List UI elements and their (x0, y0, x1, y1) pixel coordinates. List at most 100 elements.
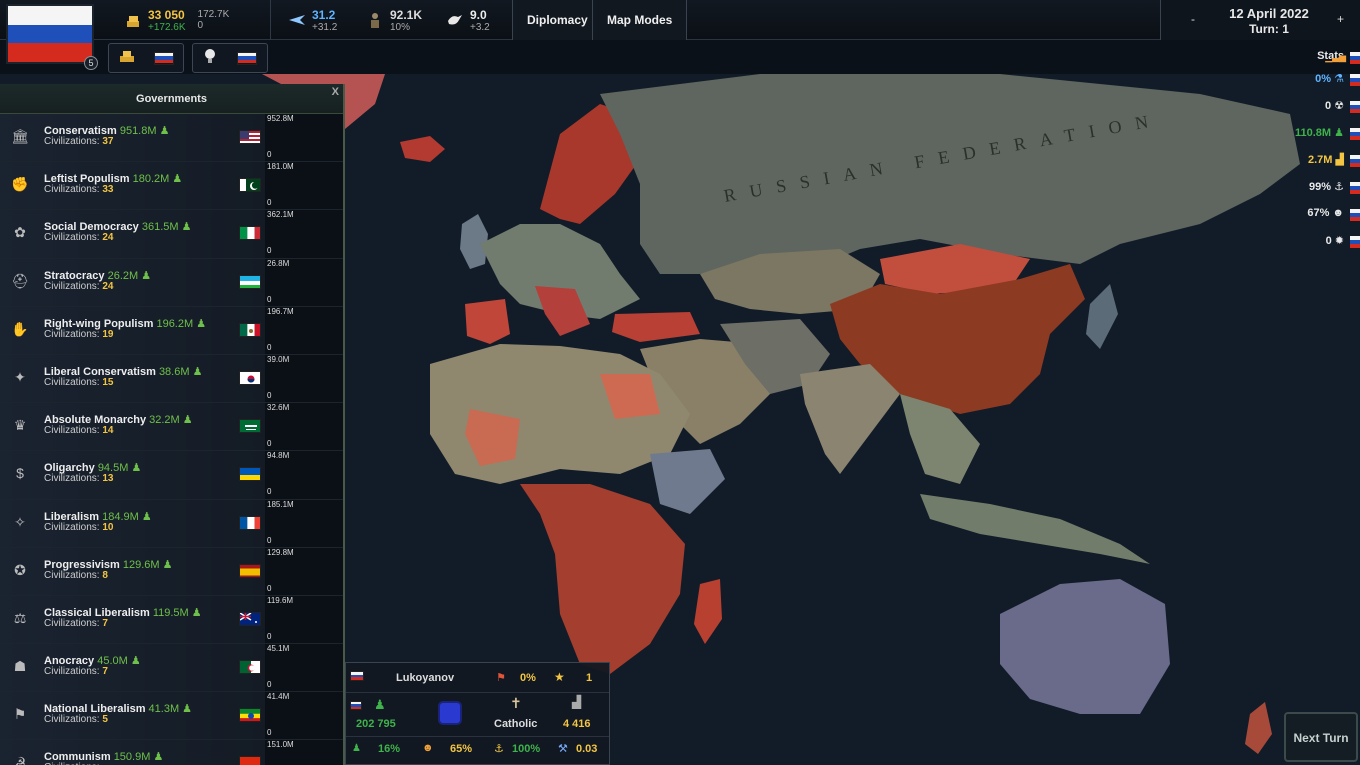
stars-value: 1 (586, 672, 593, 684)
stat-value: 0 (1324, 100, 1332, 112)
military-resource[interactable]: 92.1K 10% (366, 4, 422, 36)
bar-min-label: 0 (267, 487, 272, 497)
government-row[interactable]: ⛑ Stratocracy 26.2M ♟ Civilizations: 24 26.… (0, 258, 343, 307)
bar-max-label: 94.8M (267, 451, 290, 461)
stat-row[interactable]: 0 ✹ (1260, 234, 1360, 261)
civilizations-label: Civilizations: (44, 232, 103, 244)
bar-min-label: 0 (267, 680, 272, 690)
russia-flag-icon (237, 51, 257, 65)
diplomacy-button[interactable]: Diplomacy (512, 0, 603, 40)
government-row[interactable]: ✧ Liberalism 184.9M ♟ Civilizations: 10 185… (0, 499, 343, 548)
speed-down-button[interactable]: - (1191, 12, 1195, 26)
population-icon: ♟ (189, 365, 203, 378)
close-button[interactable]: X (332, 86, 339, 98)
government-row[interactable]: 🏛 Conservatism 951.8M ♟ Civilizations: 37 9… (0, 114, 343, 163)
government-population: 119.5M (152, 606, 189, 619)
stat-row[interactable]: 2.7M ▟ (1260, 153, 1360, 180)
bar-max-label: 181.0M (267, 162, 294, 172)
russia-flag-icon (1350, 155, 1360, 167)
player-flag[interactable] (6, 4, 94, 64)
peace-resource[interactable]: 9.0 +3.2 (446, 4, 490, 36)
peace-delta: +3.2 (470, 21, 490, 33)
stat-row[interactable]: 99% ⚓ (1260, 180, 1360, 207)
date-panel: - 12 April 2022 Turn: 1 + (1160, 0, 1360, 40)
civilizations-label: Civilizations: (44, 714, 103, 726)
tech-resource[interactable]: 31.2 +31.2 (288, 4, 337, 36)
bar-max-label: 32.6M (267, 403, 290, 413)
population-icon: ♟ (179, 414, 193, 427)
blue-color-swatch[interactable] (438, 701, 462, 725)
country-flag-icon (239, 756, 261, 765)
info-header: Lukoyanov ⚑ 0% ★ 1 (346, 663, 609, 693)
research-box[interactable] (192, 43, 268, 73)
bar-min-label: 0 (267, 246, 272, 256)
stat-row[interactable]: 0% ⚗ (1260, 72, 1360, 99)
row-background (0, 306, 265, 354)
civilizations-label: Civilizations: (44, 376, 103, 388)
flask-icon: ⚗ (1334, 73, 1344, 85)
government-row[interactable]: $ Oligarchy 94.5M ♟ Civilizations: 13 94.8M… (0, 451, 343, 500)
next-turn-button[interactable]: Next Turn (1284, 712, 1358, 762)
plane-icon (288, 11, 306, 29)
gold-bars-icon (118, 48, 136, 69)
gold-resource[interactable]: 33 050 +172.6K 172.7K 0 (124, 4, 229, 36)
helmet-icon: ⛑ (11, 272, 29, 289)
banner-icon: ⚑ (13, 706, 27, 723)
bar-max-label: 362.1M (267, 210, 294, 220)
government-row[interactable]: ✪ Progressivism 129.6M ♟ Civilizations: 81… (0, 547, 343, 596)
civilizations-count: Civilizations: 5 (44, 714, 108, 725)
stat-value: 2.7M (1308, 154, 1333, 166)
russia-flag-icon (1350, 209, 1360, 221)
turn-counter: Turn: 1 (1249, 22, 1289, 36)
civilizations-count: Civilizations: 13 (44, 473, 113, 484)
civilizations-label: Civilizations: (44, 280, 103, 292)
civilizations-count: Civilizations: 7 (44, 666, 108, 677)
stat-row[interactable]: 67% ☻ (1260, 207, 1360, 234)
civilizations-count: Civilizations: 33 (44, 184, 113, 195)
bar-max-label: 952.8M (267, 114, 294, 123)
stat-row[interactable]: 110.8M ♟ (1260, 126, 1360, 153)
trade-box[interactable] (108, 43, 184, 73)
government-row[interactable]: ✊ Leftist Populism 180.2M ♟ Civilizations:… (0, 162, 343, 211)
civilizations-count: Civilizations: 15 (44, 377, 113, 388)
anchor-icon: ⚓ (494, 743, 504, 755)
row-background (0, 595, 265, 644)
country-flag-icon (239, 226, 261, 241)
country-flag-icon (239, 563, 261, 578)
treasury-sub: 0 (197, 20, 204, 31)
government-population: 38.6M (158, 365, 190, 378)
rose-icon: ✿ (14, 224, 26, 241)
government-row[interactable]: ✋ Right-wing Populism 196.2M ♟ Civilizatio… (0, 306, 343, 355)
country-flag-icon (239, 274, 261, 289)
military-pct: 10% (390, 21, 411, 33)
stats-header[interactable]: Stats ▁▃▅ (1260, 50, 1360, 72)
bar-min-label: 0 (267, 728, 272, 738)
russia-flag-icon (1350, 74, 1360, 86)
civilizations-label: Civilizations: (44, 425, 103, 437)
wrench-icon: ⚒ (558, 743, 568, 755)
government-row[interactable]: ⚖ Classical Liberalism 119.5M ♟ Civilizati… (0, 595, 343, 645)
government-row[interactable]: ⚑ National Liberalism 41.3M ♟ Civilization… (0, 692, 343, 741)
map-modes-button[interactable]: Map Modes (592, 0, 688, 40)
stat-value: 0% (1315, 73, 1332, 85)
government-row[interactable]: ✦ Liberal Conservatism 38.6M ♟ Civilizatio… (0, 354, 343, 404)
population-value: 202 795 (356, 718, 396, 730)
nuclear-icon: ☢ (1334, 100, 1344, 112)
country-flag-icon (239, 370, 261, 385)
treasury-value: 172.7K (197, 9, 230, 20)
government-row[interactable]: ✿ Social Democracy 361.5M ♟ Civilizations:… (0, 210, 343, 259)
happiness-value: 65% (450, 743, 473, 755)
bar-min-label: 0 (267, 342, 272, 352)
civilizations-label: Civilizations: (44, 617, 103, 629)
government-row[interactable]: ♛ Absolute Monarchy 32.2M ♟ Civilizations:… (0, 403, 343, 452)
province-info-panel: Lukoyanov ⚑ 0% ★ 1 ♟ 202 795 ✝ Catholic … (345, 662, 610, 765)
government-row[interactable]: ☭Communism 150.9M ♟Civilizations: 151.0M (0, 740, 343, 765)
civilizations-value: 15 (102, 376, 114, 388)
civilizations-count: Civilizations: 24 (44, 232, 113, 243)
government-row[interactable]: ☗ Anocracy 45.0M ♟ Civilizations: 7 45.1M 0 (0, 644, 343, 693)
speed-up-button[interactable]: + (1337, 12, 1344, 26)
civilizations-value: 24 (102, 232, 114, 244)
civilizations-count: Civilizations: 37 (44, 136, 113, 147)
stat-row[interactable]: 0 ☢ (1260, 99, 1360, 126)
row-background (0, 451, 265, 499)
